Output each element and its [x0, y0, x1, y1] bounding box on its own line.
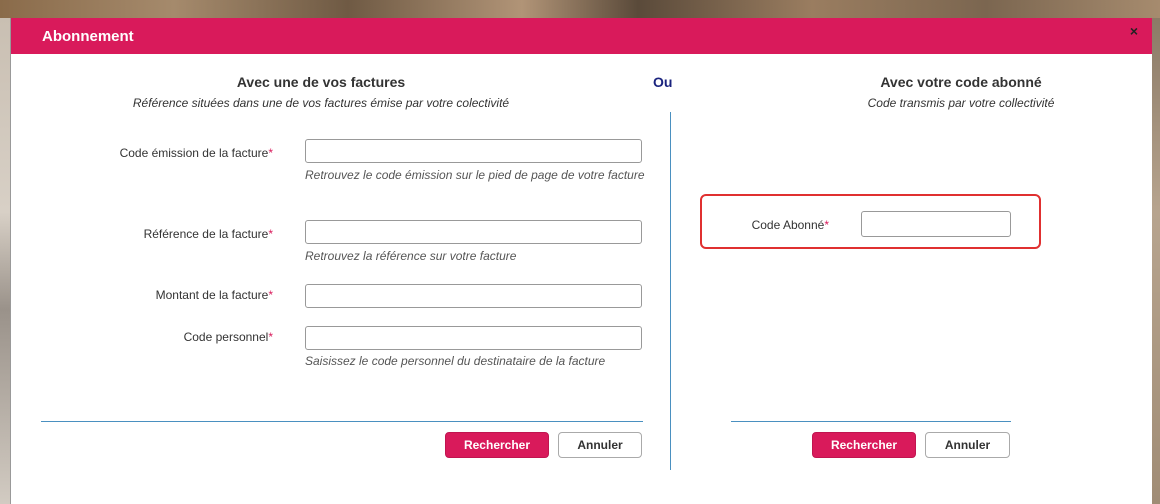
subscription-modal: Abonnement × Avec une de vos factures Ré…: [10, 18, 1152, 504]
personal-code-label: Code personnel*: [183, 330, 273, 344]
invoice-reference-help: Retrouvez la référence sur votre facture: [305, 249, 517, 263]
background-page-right: [1151, 18, 1160, 504]
subscriber-section-subtitle: Code transmis par votre collectivité: [867, 96, 1055, 110]
invoice-emission-code-input[interactable]: [305, 139, 642, 163]
or-separator-label: Ou: [653, 74, 673, 90]
vertical-divider: [670, 112, 671, 470]
subscriber-cancel-button[interactable]: Annuler: [925, 432, 1010, 458]
invoice-reference-label: Référence de la facture*: [143, 227, 273, 241]
invoice-section-subtitle: Référence situées dans une de vos factur…: [132, 96, 510, 110]
invoice-amount-input[interactable]: [305, 284, 642, 308]
modal-title: Abonnement: [42, 28, 134, 45]
subscriber-search-button[interactable]: Rechercher: [812, 432, 916, 458]
invoice-emission-code-help: Retrouvez le code émission sur le pied d…: [305, 168, 645, 182]
subscriber-section-divider: [731, 421, 1011, 422]
close-icon[interactable]: ×: [1130, 23, 1138, 39]
invoice-cancel-button[interactable]: Annuler: [558, 432, 642, 458]
personal-code-help: Saisissez le code personnel du destinata…: [305, 354, 606, 368]
invoice-reference-input[interactable]: [305, 220, 642, 244]
invoice-section-divider: [41, 421, 643, 422]
invoice-search-button[interactable]: Rechercher: [445, 432, 549, 458]
subscriber-code-input[interactable]: [861, 211, 1011, 237]
subscriber-code-label: Code Abonné*: [751, 218, 829, 232]
background-page-left: [0, 18, 10, 504]
invoice-section-title: Avec une de vos factures: [236, 74, 406, 90]
background-page-top: [0, 0, 1160, 18]
invoice-emission-code-label: Code émission de la facture*: [119, 146, 273, 160]
modal-header: Abonnement ×: [11, 18, 1152, 54]
subscriber-section-title: Avec votre code abonné: [880, 74, 1042, 90]
personal-code-input[interactable]: [305, 326, 642, 350]
invoice-amount-label: Montant de la facture*: [155, 288, 273, 302]
